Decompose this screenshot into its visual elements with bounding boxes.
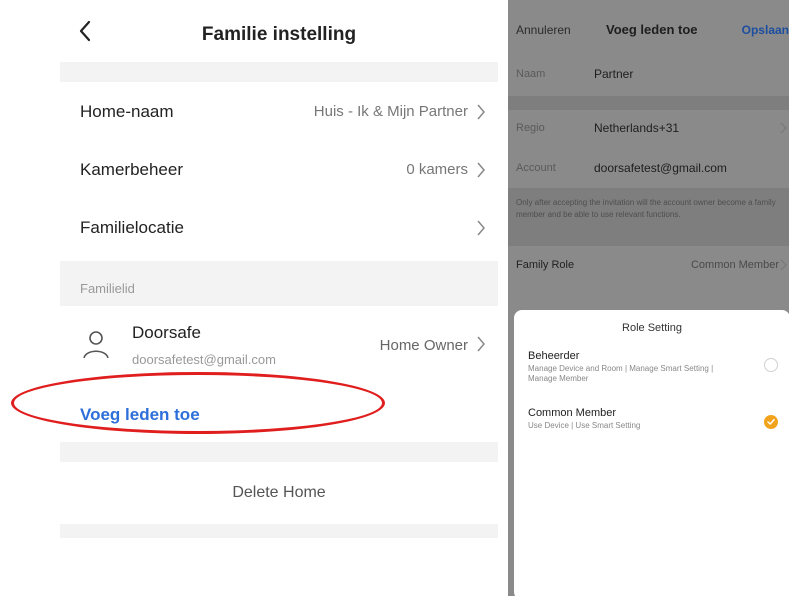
- section-gap: [508, 96, 789, 110]
- page-title: Familie instelling: [201, 24, 357, 45]
- name-field-label: Naam: [516, 68, 546, 80]
- chevron-right-icon: [780, 259, 787, 271]
- room-count-value: 0 kamers: [406, 161, 468, 178]
- member-name: Doorsafe: [132, 323, 201, 342]
- family-location-row[interactable]: Familielocatie: [60, 198, 498, 261]
- room-management-row[interactable]: Kamerbeheer 0 kamers: [60, 140, 498, 203]
- region-field-value: Netherlands+31: [594, 121, 680, 135]
- role-setting-title: Role Setting: [622, 322, 682, 334]
- family-role-label: Family Role: [516, 259, 575, 271]
- account-field-row[interactable]: Account doorsafetest@gmail.com: [508, 150, 789, 188]
- chevron-right-icon: [780, 122, 787, 134]
- home-name-label: Home-naam: [80, 102, 174, 121]
- add-member-button[interactable]: Voeg leden toe: [80, 405, 200, 425]
- region-field-label: Regio: [516, 122, 545, 134]
- role-setting-sheet: Role Setting Beheerder Manage Device and…: [514, 310, 789, 596]
- member-email: doorsafetest@gmail.com: [132, 352, 276, 367]
- radio-unchecked-icon[interactable]: [764, 358, 778, 372]
- user-avatar-icon: [83, 331, 109, 359]
- section-gap: [60, 442, 498, 462]
- save-button[interactable]: Opslaan: [742, 23, 789, 37]
- add-member-screen: Annuleren Voeg leden toe Opslaan Naam Pa…: [508, 0, 789, 596]
- header: Familie instelling: [60, 0, 498, 62]
- family-role-row[interactable]: Family Role Common Member: [508, 248, 789, 284]
- role-option-name: Beheerder: [528, 350, 580, 362]
- room-management-label: Kamerbeheer: [80, 160, 184, 179]
- role-option-name: Common Member: [528, 407, 617, 419]
- chevron-right-icon: [477, 220, 485, 236]
- home-name-row[interactable]: Home-naam Huis - Ik & Mijn Partner: [60, 82, 498, 145]
- family-role-value: Common Member: [690, 259, 779, 271]
- family-settings-screen: Familie instelling Home-naam Huis - Ik &…: [60, 0, 498, 596]
- add-member-header: Annuleren Voeg leden toe Opslaan: [508, 0, 789, 56]
- section-label: Familielid: [80, 281, 135, 296]
- role-option-common-member[interactable]: Common Member Use Device | Use Smart Set…: [514, 407, 789, 459]
- name-field-row[interactable]: Naam Partner: [508, 56, 789, 94]
- checkmark-icon: [767, 419, 775, 425]
- role-option-description: Manage Device and Room | Manage Smart Se…: [528, 364, 714, 383]
- chevron-right-icon: [477, 336, 485, 352]
- chevron-right-icon: [477, 104, 485, 120]
- member-role: Home Owner: [379, 337, 468, 354]
- name-field-value[interactable]: Partner: [594, 67, 633, 81]
- role-option-admin[interactable]: Beheerder Manage Device and Room | Manag…: [514, 350, 789, 402]
- section-gap: [60, 62, 498, 82]
- member-row[interactable]: Doorsafe doorsafetest@gmail.com Home Own…: [60, 306, 498, 384]
- add-member-title: Voeg leden toe: [606, 22, 698, 37]
- delete-home-row[interactable]: Delete Home: [60, 462, 498, 524]
- account-field-value[interactable]: doorsafetest@gmail.com: [594, 161, 727, 175]
- family-location-label: Familielocatie: [80, 218, 184, 237]
- chevron-right-icon: [477, 162, 485, 178]
- radio-checked-icon[interactable]: [764, 415, 778, 429]
- invitation-hint: Only after accepting the invitation will…: [516, 198, 776, 219]
- cancel-button[interactable]: Annuleren: [516, 23, 571, 37]
- region-field-row[interactable]: Regio Netherlands+31: [508, 110, 789, 148]
- add-member-row[interactable]: Voeg leden toe: [60, 384, 498, 442]
- section-gap: [60, 524, 498, 538]
- home-name-value: Huis - Ik & Mijn Partner: [313, 103, 468, 120]
- account-field-label: Account: [516, 162, 556, 174]
- role-option-description: Use Device | Use Smart Setting: [528, 421, 641, 430]
- delete-home-button[interactable]: Delete Home: [60, 484, 498, 502]
